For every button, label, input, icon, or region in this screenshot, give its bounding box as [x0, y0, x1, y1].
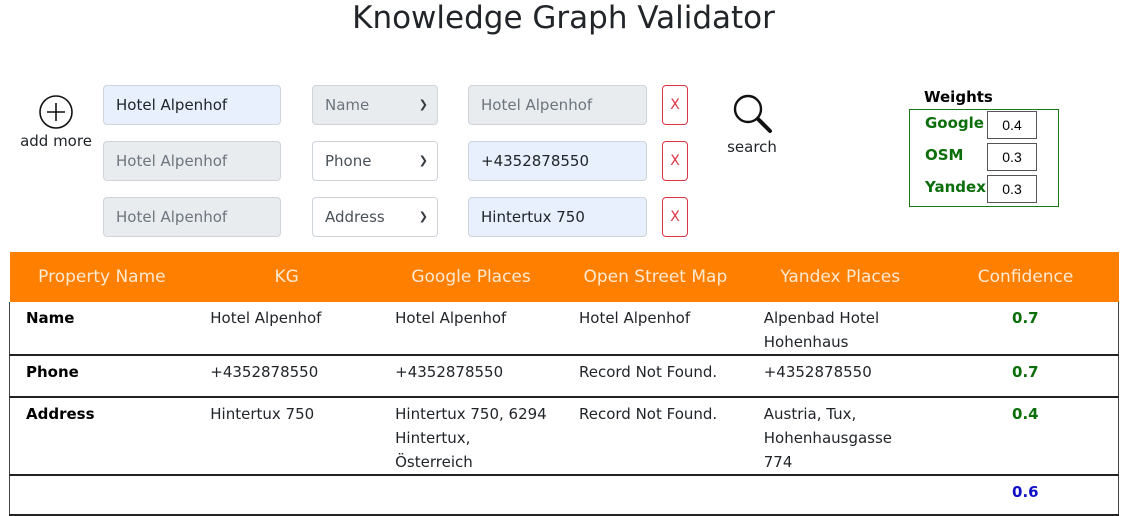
- weight-label-google: Google: [925, 114, 984, 132]
- column-header-osm: Open Street Map: [562, 252, 748, 302]
- cell-confidence: 0.7: [932, 355, 1119, 398]
- cell-osm: Record Not Found.: [562, 355, 748, 398]
- remove-row-2-button[interactable]: X: [662, 141, 688, 181]
- cell-kg: +4352878550: [194, 355, 380, 398]
- remove-row-1-button[interactable]: X: [662, 85, 688, 125]
- search-icon: [733, 94, 772, 133]
- table-total-row: 0.6: [9, 475, 1119, 516]
- weight-input-yandex[interactable]: [987, 175, 1037, 203]
- entity-input-2[interactable]: [103, 141, 281, 181]
- chevron-down-icon: ❯: [418, 154, 428, 167]
- cell-yandex: +4352878550: [747, 355, 933, 398]
- cell-osm: Record Not Found.: [562, 397, 748, 476]
- cell-confidence: 0.7: [932, 302, 1119, 356]
- cell-kg: Hotel Alpenhof: [194, 302, 380, 356]
- search-label: search: [727, 138, 777, 156]
- property-select-2[interactable]: Phone ❯: [312, 141, 438, 181]
- page-title: Knowledge Graph Validator: [352, 0, 775, 36]
- property-select-2-value: Phone: [325, 152, 372, 170]
- cell-empty: [562, 475, 748, 516]
- cell-google: Hotel Alpenhof: [379, 302, 563, 356]
- cell-osm: Hotel Alpenhof: [562, 302, 748, 356]
- remove-row-3-button[interactable]: X: [662, 197, 688, 237]
- search-button[interactable]: search: [722, 92, 782, 156]
- weights-title: Weights: [924, 88, 993, 106]
- cell-confidence: 0.4: [932, 397, 1119, 476]
- cell-empty: [379, 475, 563, 516]
- chevron-down-icon: ❯: [418, 210, 428, 223]
- column-header-yandex: Yandex Places: [747, 252, 933, 302]
- weight-label-yandex: Yandex: [925, 178, 986, 196]
- table-row: Name Hotel Alpenhof Hotel Alpenhof Hotel…: [9, 302, 1119, 356]
- weight-label-osm: OSM: [925, 146, 964, 164]
- cell-kg: Hintertux 750: [194, 397, 380, 476]
- column-header-kg: KG: [194, 252, 380, 302]
- property-select-3-value: Address: [325, 208, 385, 226]
- weights-panel: Google OSM Yandex: [909, 109, 1059, 207]
- property-select-1[interactable]: Name ❯: [312, 85, 438, 125]
- cell-property: Address: [9, 397, 195, 476]
- entity-input-1[interactable]: [103, 85, 281, 125]
- add-more-button[interactable]: add more: [18, 94, 94, 150]
- column-header-confidence: Confidence: [932, 252, 1119, 302]
- value-input-2[interactable]: [468, 141, 647, 181]
- cell-google: Hintertux 750, 6294 Hintertux, Österreic…: [379, 397, 563, 476]
- property-select-1-value: Name: [325, 96, 370, 114]
- cell-yandex: Austria, Tux, Hohenhausgasse 774: [747, 397, 933, 476]
- table-header-row: Property Name KG Google Places Open Stre…: [9, 252, 1119, 302]
- total-confidence: 0.6: [932, 475, 1119, 516]
- column-header-google: Google Places: [379, 252, 563, 302]
- cell-empty: [9, 475, 195, 516]
- table-row: Address Hintertux 750 Hintertux 750, 629…: [9, 397, 1119, 476]
- weight-input-osm[interactable]: [987, 143, 1037, 171]
- column-header-property: Property Name: [9, 252, 195, 302]
- value-input-1[interactable]: [468, 85, 647, 125]
- value-input-3[interactable]: [468, 197, 647, 237]
- property-select-3[interactable]: Address ❯: [312, 197, 438, 237]
- cell-property: Phone: [9, 355, 195, 398]
- entity-input-3[interactable]: [103, 197, 281, 237]
- cell-property: Name: [9, 302, 195, 356]
- add-more-label: add more: [20, 132, 92, 150]
- cell-empty: [747, 475, 933, 516]
- results-table: Property Name KG Google Places Open Stre…: [9, 252, 1119, 516]
- weight-input-google[interactable]: [987, 111, 1037, 139]
- cell-google: +4352878550: [379, 355, 563, 398]
- plus-circle-icon: [39, 95, 73, 129]
- chevron-down-icon: ❯: [418, 98, 428, 111]
- table-row: Phone +4352878550 +4352878550 Record Not…: [9, 355, 1119, 398]
- cell-empty: [194, 475, 380, 516]
- cell-yandex: Alpenbad Hotel Hohenhaus: [747, 302, 933, 356]
